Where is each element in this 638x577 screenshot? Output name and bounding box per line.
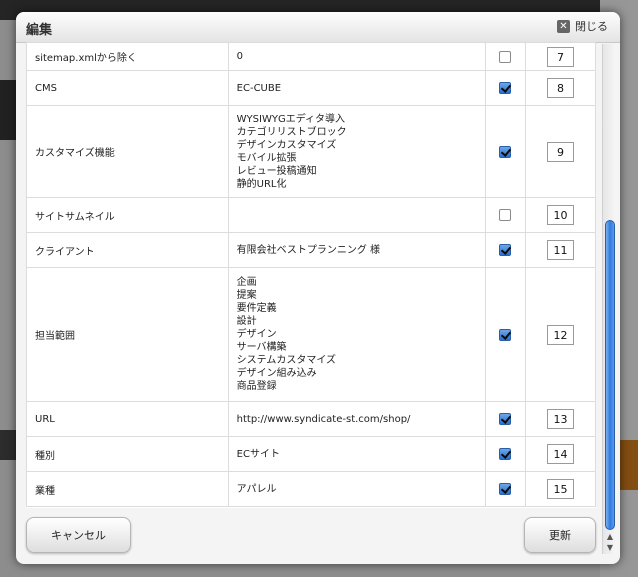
field-label: 担当範囲 <box>26 267 229 402</box>
field-label: カスタマイズ機能 <box>26 105 229 198</box>
field-label: 業種 <box>26 471 229 507</box>
field-value: 企画提案要件定義設計デザインサーバ構築システムカスタマイズ デザイン組み込み 商品登… <box>227 267 486 402</box>
field-value-line: http://www.syndicate-st.com/shop/ <box>236 413 411 425</box>
visibility-cell <box>484 42 527 71</box>
visibility-cell <box>484 70 527 106</box>
scroll-down-arrow-icon[interactable]: ▼ <box>605 543 615 553</box>
order-cell: 15 <box>525 471 596 507</box>
field-value-line: 有限会社ベストプランニング 様 <box>236 244 381 256</box>
field-value: アパレル <box>227 471 486 507</box>
table-row: カスタマイズ機能 WYSIWYGエディタ導入 カテゴリリストブロック デザインカスタマ… <box>26 105 596 198</box>
order-input[interactable]: 12 <box>547 324 574 345</box>
table-row: 種別 ECサイト 14 <box>26 436 596 472</box>
field-value-line: 0 <box>236 51 244 62</box>
field-value-line: モバイル拡張 <box>236 152 297 164</box>
cancel-button[interactable]: キャンセル <box>26 517 131 553</box>
order-cell: 9 <box>525 105 596 198</box>
field-value-line: ECサイト <box>236 448 280 460</box>
close-button[interactable]: ✕ 閉じる <box>557 18 608 34</box>
field-value-line: 提案 <box>236 290 257 301</box>
order-input[interactable]: 8 <box>547 78 574 98</box>
visibility-checkbox[interactable] <box>499 82 512 94</box>
update-button[interactable]: 更新 <box>524 517 596 553</box>
field-value: ECサイト <box>227 436 486 472</box>
scroll-thumb[interactable] <box>605 220 615 530</box>
field-value-line: 静的URL化 <box>236 178 287 190</box>
visibility-cell <box>484 197 527 233</box>
dialog-title: 編集 <box>26 23 53 38</box>
scroll-up-arrow-icon[interactable]: ▲ <box>605 532 615 542</box>
visibility-checkbox[interactable] <box>499 209 512 221</box>
field-value-line: デザイン組み込み <box>236 368 317 379</box>
order-input[interactable]: 15 <box>547 479 574 499</box>
table-row: URL http://www.syndicate-st.com/shop/13 <box>26 401 596 437</box>
field-value-line: カテゴリリストブロック <box>236 126 347 138</box>
field-value: 有限会社ベストプランニング 様 <box>227 232 486 268</box>
table-row: 業種 アパレル 15 <box>26 471 596 507</box>
field-label: サイトサムネイル <box>26 197 229 233</box>
visibility-checkbox[interactable] <box>499 328 512 341</box>
order-cell: 10 <box>525 197 596 233</box>
order-cell: 14 <box>525 436 596 472</box>
order-input[interactable]: 13 <box>547 409 574 429</box>
table-row: CMS EC-CUBE 8 <box>26 70 596 106</box>
field-value-line: 設計 <box>236 316 257 327</box>
visibility-checkbox[interactable] <box>499 448 512 460</box>
visibility-cell <box>484 471 527 507</box>
field-value-line: サーバ構築 <box>236 342 287 353</box>
order-cell: 11 <box>525 232 596 268</box>
field-value-line: 商品登録 <box>236 381 277 392</box>
order-cell: 7 <box>525 42 596 71</box>
order-input[interactable]: 7 <box>547 46 574 67</box>
field-value-line: レビュー投稿通知 <box>236 165 317 177</box>
field-value-line: 企画 <box>236 277 257 288</box>
visibility-cell <box>484 232 527 268</box>
fields-table: sitemap.xmlから除く 0 7 CMS EC-CUBE 8 カスタマイズ機能 WYSI… <box>26 42 596 507</box>
order-cell: 8 <box>525 70 596 106</box>
order-cell: 12 <box>525 267 596 402</box>
visibility-checkbox[interactable] <box>499 50 512 63</box>
field-value-line: WYSIWYGエディタ導入 <box>236 113 345 125</box>
edit-dialog: 編集 ✕ 閉じる sitemap.xmlから除く 0 7 CMS EC-CUBE 8 カスタ… <box>16 12 620 564</box>
visibility-checkbox[interactable] <box>499 244 512 256</box>
field-value: 0 <box>227 42 486 71</box>
order-input[interactable]: 11 <box>547 240 574 260</box>
visibility-cell <box>484 267 527 402</box>
visibility-cell <box>484 436 527 472</box>
field-label: URL <box>26 401 229 437</box>
field-value-line: システムカスタマイズ <box>236 355 337 366</box>
order-input[interactable]: 9 <box>547 141 574 162</box>
field-value-line: デザイン <box>236 329 277 340</box>
field-label: クライアント <box>26 232 229 268</box>
table-row: クライアント 有限会社ベストプランニング 様 11 <box>26 232 596 268</box>
scrollbar[interactable]: ▲ ▼ <box>602 44 617 554</box>
visibility-checkbox[interactable] <box>499 483 512 495</box>
visibility-cell <box>484 105 527 198</box>
order-input[interactable]: 14 <box>547 444 574 464</box>
close-icon: ✕ <box>557 19 570 33</box>
field-value: WYSIWYGエディタ導入 カテゴリリストブロック デザインカスタマイズ モバイル拡張… <box>227 105 486 198</box>
order-cell: 13 <box>525 401 596 437</box>
table-row: 担当範囲 企画提案要件定義設計デザインサーバ構築システムカスタマイズ デザイン組み込… <box>26 267 596 402</box>
visibility-checkbox[interactable] <box>499 413 512 425</box>
field-label: sitemap.xmlから除く <box>26 42 229 71</box>
field-value: EC-CUBE <box>227 70 486 106</box>
field-value-line: EC-CUBE <box>236 82 282 94</box>
visibility-checkbox[interactable] <box>499 145 512 158</box>
field-label: CMS <box>26 70 229 106</box>
dialog-header: 編集 ✕ 閉じる <box>16 12 620 43</box>
field-value <box>227 197 486 233</box>
dialog-content[interactable]: sitemap.xmlから除く 0 7 CMS EC-CUBE 8 カスタマイズ機能 WYSI… <box>26 42 596 508</box>
field-value-line: アパレル <box>236 483 277 495</box>
field-value: http://www.syndicate-st.com/shop/ <box>227 401 486 437</box>
table-row: サイトサムネイル 10 <box>26 197 596 233</box>
field-label: 種別 <box>26 436 229 472</box>
visibility-cell <box>484 401 527 437</box>
field-value-line: 要件定義 <box>236 303 277 314</box>
order-input[interactable]: 10 <box>547 205 574 225</box>
table-row: sitemap.xmlから除く 0 7 <box>26 42 596 71</box>
field-value-line: デザインカスタマイズ <box>236 139 337 151</box>
close-label: 閉じる <box>575 20 608 33</box>
